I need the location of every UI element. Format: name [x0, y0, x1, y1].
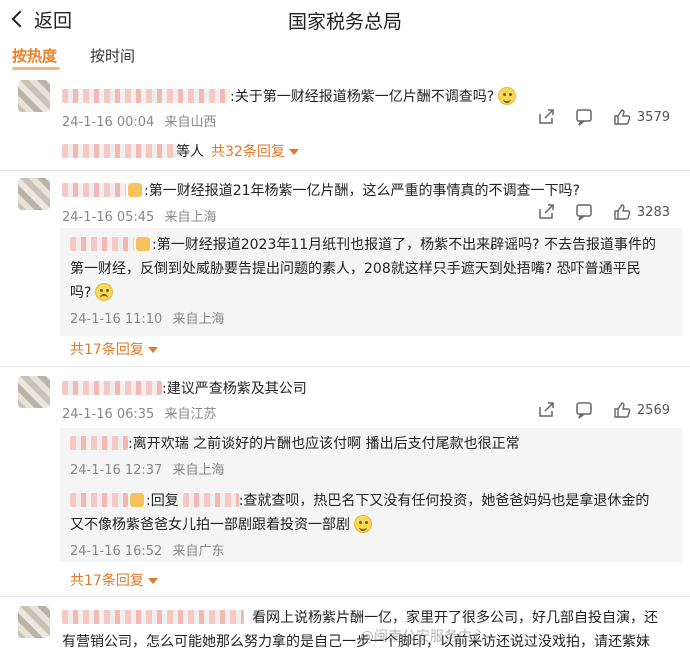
reply-body: 吗?	[70, 285, 92, 301]
reply-meta: 24-1-16 11:10 来自上海	[70, 308, 225, 327]
comment-text: 看网上说杨紫片酬一亿，家里开了很多公司，好几部自投自演，还	[62, 607, 658, 627]
like-count: 3283	[636, 204, 670, 220]
reply-body: 又不像杨紫爸爸女儿拍一部剧跟着投资一部剧	[70, 517, 350, 533]
blurred-username[interactable]	[62, 183, 126, 197]
avatar[interactable]	[18, 606, 50, 638]
like-count: 3579	[636, 109, 670, 125]
comment-text: :关于第一财经报道杨紫一亿片酬不调查吗?	[62, 86, 517, 106]
comment-location: 来自山西	[164, 115, 217, 130]
avatar[interactable]	[18, 376, 50, 408]
comment-icon[interactable]	[575, 203, 593, 221]
comment-text: 有营销公司，怎么可能她那么努力拿的是自己一步一个脚印，以前采访还说过没戏拍，请还…	[62, 631, 650, 651]
comment-text: :建议严查杨紫及其公司	[62, 378, 307, 398]
sort-tabs: 按热度 按时间	[0, 40, 690, 70]
comment-icon[interactable]	[575, 108, 593, 126]
reply-location: 来自广东	[172, 544, 225, 559]
comment-body: :第一财经报道21年杨紫一亿片酬，这么严重的事情真的不调查一下吗?	[144, 183, 580, 199]
share-icon[interactable]	[537, 203, 555, 221]
like-button[interactable]: 2569	[613, 401, 670, 419]
blurred-username[interactable]	[70, 493, 128, 507]
divider	[0, 170, 690, 171]
comment-time: 24-1-16 05:45	[62, 210, 155, 225]
fan-badge-icon	[128, 183, 142, 197]
thumbs-up-icon	[614, 204, 631, 220]
sad-emoji-icon	[95, 283, 114, 301]
reply-prefix: :回复	[146, 493, 179, 509]
comment-body: 有营销公司，怎么可能她那么努力拿的是自己一步一个脚印，以前采访还说过没戏拍，请还…	[62, 634, 650, 650]
reply-text: :离开欢瑞 之前谈好的片酬也应该付啊 播出后支付尾款也很正常	[70, 433, 520, 453]
reply-summary: 等人	[62, 141, 204, 161]
reply-time: 24-1-16 11:10	[70, 312, 163, 327]
caret-down-icon	[288, 149, 299, 155]
reply-body: 第一财经，反倒到处威胁要告提出问题的素人，208就这样只手遮天到处捂嘴? 恐吓普…	[70, 261, 641, 277]
share-icon[interactable]	[537, 401, 555, 419]
reply-meta: 24-1-16 16:52 来自广东	[70, 540, 225, 559]
comment-actions: 3283	[537, 203, 670, 221]
reply-time: 24-1-16 12:37	[70, 463, 163, 478]
comment-body: :建议严查杨紫及其公司	[162, 381, 307, 397]
like-button[interactable]: 3579	[613, 108, 670, 126]
smile-emoji-icon	[498, 87, 517, 105]
divider	[0, 596, 690, 597]
comment-location: 来自上海	[164, 210, 217, 225]
reply-text: :回复 :查就查呗，热巴名下又没有任何投资，她爸爸妈妈也是拿退休金的	[70, 490, 649, 510]
blurred-username[interactable]	[62, 89, 230, 103]
comment-time: 24-1-16 06:35	[62, 407, 155, 422]
expand-replies-button[interactable]: 共17条回复	[70, 339, 158, 359]
reply-time: 24-1-16 16:52	[70, 544, 163, 559]
comment-location: 来自江苏	[164, 407, 217, 422]
reply-body: :第一财经报道2023年11月纸刊也报道了，杨紫不出来辟谣吗? 不去告报道事件的	[152, 237, 657, 253]
comment-actions: 2569	[537, 401, 670, 419]
comment-meta: 24-1-16 05:45 来自上海	[62, 206, 217, 225]
comment-body: 看网上说杨紫片酬一亿，家里开了很多公司，好几部自投自演，还	[252, 610, 658, 626]
tab-active-indicator	[12, 67, 60, 70]
thumbs-up-icon	[614, 402, 631, 418]
fan-badge-icon	[130, 493, 144, 507]
expand-replies-button[interactable]: 共17条回复	[70, 570, 158, 590]
watermark: @闽南公安服务中心	[360, 629, 486, 645]
blurred-username[interactable]	[62, 610, 244, 624]
reply-body: :查就查呗，热巴名下又没有任何投资，她爸爸妈妈也是拿退休金的	[238, 493, 650, 509]
reply-location: 来自上海	[172, 463, 225, 478]
reply-text: 又不像杨紫爸爸女儿拍一部剧跟着投资一部剧	[70, 514, 372, 534]
divider	[0, 366, 690, 367]
page-title: 国家税务总局	[287, 11, 402, 33]
share-icon[interactable]	[537, 108, 555, 126]
comment-body: :关于第一财经报道杨紫一亿片酬不调查吗?	[230, 89, 495, 105]
blurred-username[interactable]	[70, 237, 134, 251]
comment-actions: 3579	[537, 108, 670, 126]
caret-down-icon	[147, 578, 158, 584]
avatar[interactable]	[18, 178, 50, 210]
blurred-username[interactable]	[182, 493, 239, 507]
avatar[interactable]	[18, 80, 50, 112]
tab-hot[interactable]: 按热度	[12, 45, 57, 66]
comment-meta: 24-1-16 06:35 来自江苏	[62, 403, 217, 422]
like-button[interactable]: 3283	[613, 203, 670, 221]
reply-text: :第一财经报道2023年11月纸刊也报道了，杨紫不出来辟谣吗? 不去告报道事件的	[70, 234, 656, 254]
reply-location: 来自上海	[172, 312, 225, 327]
reply-hint: 等人	[176, 144, 204, 160]
reply-body: :离开欢瑞 之前谈好的片酬也应该付啊 播出后支付尾款也很正常	[128, 436, 520, 452]
wink-emoji-icon	[354, 515, 372, 533]
fan-badge-icon	[136, 237, 150, 251]
reply-text: 第一财经，反倒到处威胁要告提出问题的素人，208就这样只手遮天到处捂嘴? 恐吓普…	[70, 258, 641, 278]
top-bar: 返回 国家税务总局	[0, 0, 690, 40]
caret-down-icon	[147, 347, 158, 353]
comment-icon[interactable]	[575, 401, 593, 419]
blurred-username[interactable]	[62, 144, 176, 158]
tab-time[interactable]: 按时间	[90, 45, 135, 66]
expand-replies-button[interactable]: 共32条回复	[211, 141, 299, 161]
blurred-username[interactable]	[62, 381, 162, 395]
reply-meta: 24-1-16 12:37 来自上海	[70, 459, 225, 478]
comment-time: 24-1-16 00:04	[62, 115, 155, 130]
comment-meta: 24-1-16 00:04 来自山西	[62, 111, 217, 130]
blurred-username[interactable]	[70, 436, 128, 450]
like-count: 2569	[636, 402, 670, 418]
reply-text: 吗?	[70, 282, 114, 302]
thumbs-up-icon	[614, 109, 631, 125]
comment-text: :第一财经报道21年杨紫一亿片酬，这么严重的事情真的不调查一下吗?	[62, 180, 580, 200]
